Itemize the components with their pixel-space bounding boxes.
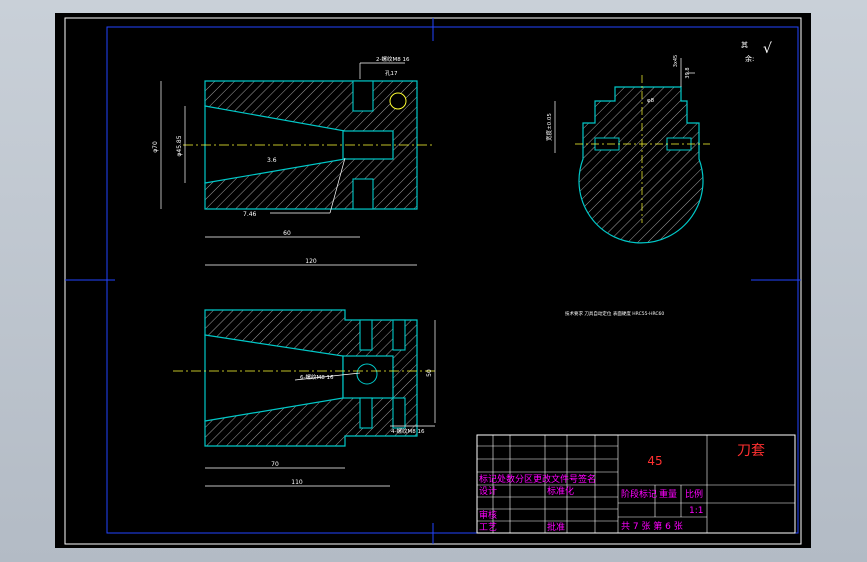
bottom-view-hole-3 [359, 397, 373, 429]
bottom-view-circle [356, 363, 378, 385]
roughness-label-rest: 余: [745, 54, 754, 63]
bottom-view-hole-4 [392, 397, 406, 429]
dim-section-small: φ8 [647, 98, 655, 104]
dim-inner-length: 60 [283, 230, 291, 237]
bottom-view-hole-2 [392, 319, 406, 351]
dim-section-width: 宽度±0.05 [545, 113, 553, 141]
cad-drawing: φ70 φ45.85 60 120 3.6 7.46 2-螺纹M8 16 孔17… [55, 13, 811, 548]
title-approver-label: 批准 [547, 521, 565, 533]
dim-bottom-inner-length: 70 [271, 461, 279, 468]
top-view-small-hole [389, 92, 407, 110]
bottom-view-hole-1 [359, 319, 373, 351]
dim-section-height: 39.8 [685, 67, 691, 78]
dim-section-top: 3x45 [673, 55, 679, 68]
dim-overall-length: 120 [305, 258, 317, 265]
title-sheet-info: 共 7 张 第 6 张 [621, 520, 683, 532]
title-part-name: 刀套 [737, 443, 765, 459]
title-stage-mark: 阶段标记 [621, 488, 657, 500]
top-view-hole-top [352, 80, 374, 112]
roughness-symbol-icon: √ [763, 41, 772, 57]
top-view-hole-bottom [352, 178, 374, 210]
title-designer-name: 标准化 [547, 485, 574, 497]
title-material: 45 [647, 454, 662, 468]
dim-outer-diameter: φ70 [152, 141, 159, 153]
title-checker-label: 审核 [479, 509, 497, 521]
dim-bottom-height: 50 [426, 369, 433, 377]
dim-taper-angle: 3.6 [267, 157, 277, 164]
dim-bottom-overall-length: 110 [291, 479, 303, 486]
title-weight: 重量 [659, 488, 677, 500]
drawing-viewport[interactable]: φ70 φ45.85 60 120 3.6 7.46 2-螺纹M8 16 孔17… [55, 13, 811, 548]
title-scale-label: 比例 [685, 488, 703, 500]
title-designer-label: 设计 [479, 485, 497, 497]
roughness-label-other: 其 [741, 41, 748, 49]
dim-roughness: 7.46 [243, 211, 257, 218]
dim-bottom-hole-left: 6-螺纹M8 16 [300, 373, 334, 381]
section-view-body [578, 86, 704, 244]
title-scale-value: 1:1 [689, 506, 703, 516]
dim-inner-diameter: φ45.85 [176, 135, 183, 156]
title-process-label: 工艺 [479, 522, 497, 533]
title-header-row: 标记处数分区更改文件号签名 [479, 473, 596, 485]
canvas-background [55, 13, 811, 548]
technical-note: 技术要求 刀具自动定位 表面硬度 HRC55-HRC60 [565, 310, 664, 317]
dim-bottom-hole-right: 4-螺纹M8 16 [391, 427, 425, 435]
dim-threaded-hole: 2-螺纹M8 16 [376, 55, 410, 63]
dim-hole-depth: 孔17 [385, 69, 398, 77]
